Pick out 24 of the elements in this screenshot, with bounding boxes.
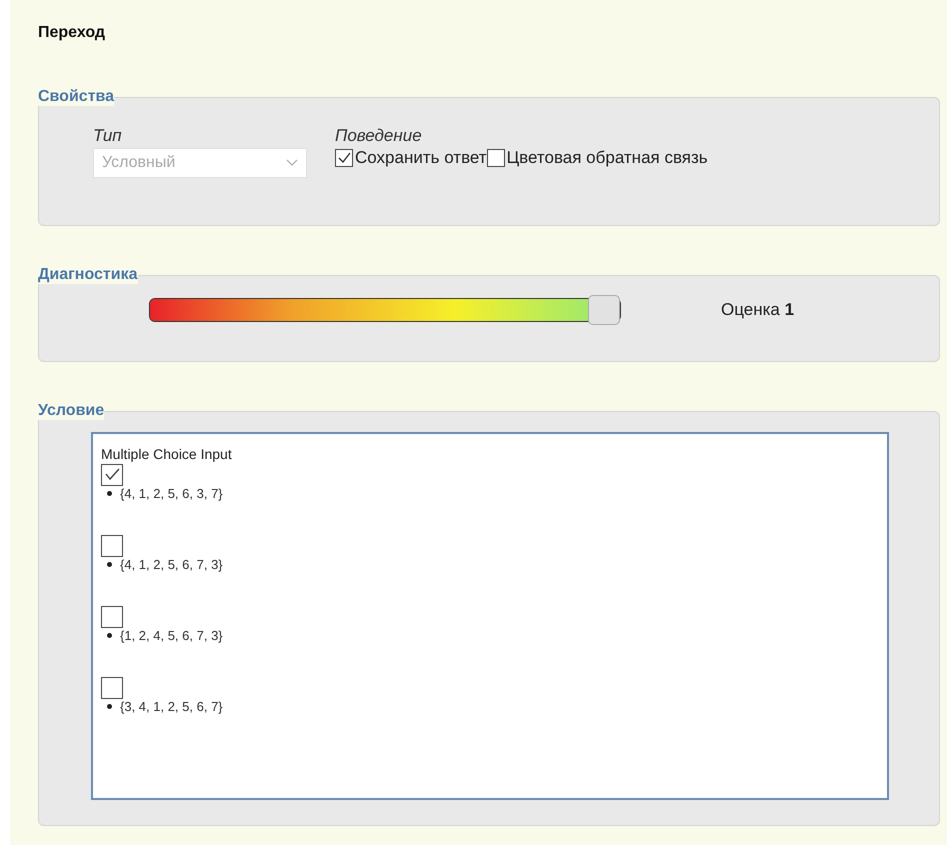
input-heading: Multiple Choice Input <box>101 446 233 462</box>
group-legend: Диагностика <box>38 266 138 284</box>
field-label: Тип <box>93 126 123 146</box>
checkbox[interactable]: Сохранить ответ <box>335 148 487 168</box>
option-text: {3, 4, 1, 2, 5, 6, 7} <box>120 699 223 714</box>
slider-thumb[interactable] <box>588 295 620 325</box>
checkbox[interactable] <box>101 677 123 699</box>
group-legend: Условие <box>38 402 104 420</box>
chevron-down-icon <box>286 159 298 167</box>
score-text: Оценка 1 <box>721 300 794 320</box>
field-label: Поведение <box>335 126 423 146</box>
bullet-icon <box>107 491 112 496</box>
panel-title: Переход <box>38 24 106 42</box>
bullet-icon <box>107 562 112 567</box>
option-text: {4, 1, 2, 5, 6, 7, 3} <box>120 557 223 572</box>
checkbox[interactable] <box>101 535 123 557</box>
group-legend: Свойства <box>38 88 114 106</box>
checkbox[interactable] <box>101 606 123 628</box>
option-text: {4, 1, 2, 5, 6, 3, 7} <box>120 486 223 501</box>
checkbox[interactable] <box>101 464 123 486</box>
option-text: {1, 2, 4, 5, 6, 7, 3} <box>120 628 223 643</box>
bullet-icon <box>107 633 112 638</box>
checkbox[interactable]: Цветовая обратная связь <box>486 148 708 168</box>
bullet-icon <box>107 704 112 709</box>
